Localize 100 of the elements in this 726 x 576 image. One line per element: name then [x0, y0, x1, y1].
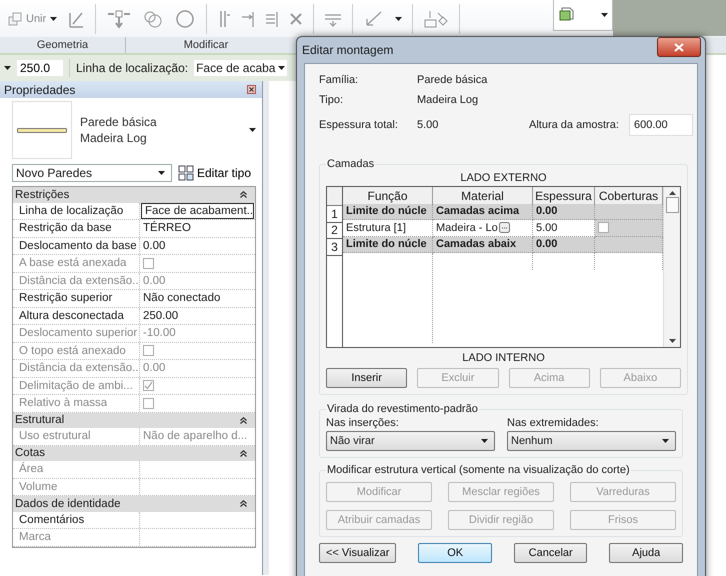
- collapse-icon[interactable]: [240, 191, 247, 198]
- info-value: Madeira Log: [417, 94, 480, 106]
- location-label: Linha de localização:: [76, 61, 188, 75]
- info-label: Família:: [319, 74, 360, 86]
- type-selector[interactable]: Parede básica Madeira Log: [12, 102, 256, 158]
- property-label: O topo está anexado: [13, 342, 140, 359]
- scroll-up-icon[interactable]: [668, 191, 676, 195]
- property-label: Uso estrutural: [13, 428, 140, 444]
- property-label: A base está anexada: [13, 255, 140, 272]
- scroll-thumb[interactable]: [666, 197, 678, 213]
- exterior-side-label: LADO EXTERNO: [459, 172, 548, 184]
- property-label: Comentários: [13, 512, 140, 528]
- property-value[interactable]: Face de acabament...: [141, 202, 254, 219]
- sample-height-field[interactable]: 600.00: [629, 114, 693, 136]
- thickness-cell[interactable]: 0.00: [533, 236, 595, 253]
- type-name: Parede básica: [80, 115, 158, 129]
- browse-icon[interactable]: [498, 222, 510, 234]
- value-field[interactable]: 250.0: [17, 60, 63, 76]
- edit-type-button[interactable]: Editar tipo: [178, 165, 252, 181]
- property-value[interactable]: 250.00: [140, 308, 255, 324]
- function-cell[interactable]: Limite do núcle: [343, 204, 433, 220]
- checkbox[interactable]: [598, 222, 609, 234]
- caret-icon: [601, 13, 608, 17]
- property-label: Delimitação de ambi...: [13, 378, 140, 394]
- collapse-icon[interactable]: [240, 500, 247, 508]
- group-title: Modificar estrutura vertical (somente na visualização do corte): [326, 464, 631, 476]
- collapse-icon[interactable]: [240, 416, 247, 424]
- dialog-button[interactable]: << Visualizar: [319, 543, 396, 563]
- circle-icon[interactable]: [174, 8, 196, 28]
- scroll-down-icon[interactable]: [668, 339, 676, 343]
- field-label: Nas inserções:: [326, 417, 400, 429]
- column-header: Material: [433, 187, 533, 205]
- row-number[interactable]: 1: [327, 206, 342, 222]
- offset-circles-icon[interactable]: [142, 8, 164, 28]
- property-value[interactable]: Não conectado: [140, 290, 255, 306]
- wall-swatch-icon: [17, 128, 67, 132]
- dropdown-caret-icon: [4, 66, 11, 70]
- column-header: Coberturas: [595, 187, 663, 205]
- wrap-dropdown[interactable]: Não virar: [326, 431, 495, 451]
- property-label: Relativo à massa: [13, 395, 140, 412]
- property-value[interactable]: 0.00: [140, 238, 255, 254]
- section-header[interactable]: Dados de identidade: [13, 496, 255, 512]
- property-label: Volume: [13, 478, 140, 495]
- caret-icon: [249, 128, 256, 132]
- grid-icon: [178, 165, 194, 181]
- wraps-cell[interactable]: [595, 236, 663, 253]
- wrap-dropdown[interactable]: Nenhum: [507, 431, 676, 451]
- section-header[interactable]: Cotas: [13, 446, 255, 461]
- function-cell[interactable]: Limite do núcle: [343, 236, 433, 253]
- caret-icon: [158, 171, 165, 175]
- property-label: Distância da extensão...: [13, 360, 140, 376]
- property-label: Distância da extensão...: [13, 272, 140, 289]
- row-number[interactable]: 3: [327, 239, 342, 256]
- info-value: Parede básica: [417, 74, 488, 86]
- close-icon[interactable]: [247, 85, 256, 94]
- property-label: Deslocamento superior: [13, 325, 140, 342]
- close-button[interactable]: [657, 37, 701, 57]
- info-label: Tipo:: [319, 94, 344, 106]
- property-label: Restrição da base: [13, 220, 140, 236]
- property-label: Área: [13, 461, 140, 478]
- type-name: Madeira Log: [80, 131, 148, 145]
- column-header: Espessura: [533, 187, 595, 205]
- ribbon-group-label: Modificar: [182, 38, 230, 53]
- property-value[interactable]: TÉRREO: [140, 220, 255, 236]
- move-icon[interactable]: [106, 8, 132, 28]
- material-cell[interactable]: Camadas abaix: [433, 236, 533, 253]
- view-dropdown[interactable]: [553, 0, 613, 31]
- caret-icon: [50, 16, 58, 20]
- property-label: Linha de localização: [13, 202, 140, 219]
- info-label: Espessura total:: [319, 119, 399, 131]
- section-header[interactable]: Restrições: [13, 187, 255, 202]
- property-label: Marca: [13, 529, 140, 546]
- group-title: Virada do revestimento-padrão: [326, 403, 479, 415]
- row-number[interactable]: 2: [327, 222, 342, 239]
- close-icon: [674, 42, 684, 52]
- caret-icon: [662, 439, 669, 443]
- group-title: Camadas: [326, 158, 376, 170]
- layer-button[interactable]: Inserir: [326, 368, 408, 388]
- dialog-button[interactable]: Ajuda: [609, 543, 683, 563]
- property-label: Altura desconectada: [13, 308, 140, 324]
- section-header[interactable]: Estrutural: [13, 412, 255, 428]
- ribbon-group-label: Geometria: [0, 37, 126, 53]
- thickness-cell[interactable]: 0.00: [533, 204, 595, 220]
- dialog-button[interactable]: OK: [418, 543, 492, 563]
- location-dropdown[interactable]: Face de acaba: [194, 60, 288, 76]
- material-cell[interactable]: Camadas acima: [433, 204, 533, 220]
- sample-height-label: Altura da amostra:: [529, 119, 620, 131]
- wraps-cell[interactable]: [595, 220, 663, 236]
- header-corner: [327, 187, 342, 206]
- caret-icon: [278, 66, 286, 70]
- column-header: Função: [343, 187, 433, 205]
- caret-icon: [481, 439, 488, 443]
- wraps-cell[interactable]: [595, 204, 663, 220]
- collapse-icon[interactable]: [240, 450, 247, 457]
- info-value: 5.00: [417, 119, 440, 131]
- scrollbar[interactable]: [663, 187, 680, 347]
- dialog-button[interactable]: Cancelar: [514, 543, 588, 563]
- interior-side-label: LADO INTERNO: [461, 352, 546, 364]
- place-icon[interactable]: [423, 8, 450, 28]
- instance-dropdown[interactable]: Novo Paredes: [12, 164, 172, 182]
